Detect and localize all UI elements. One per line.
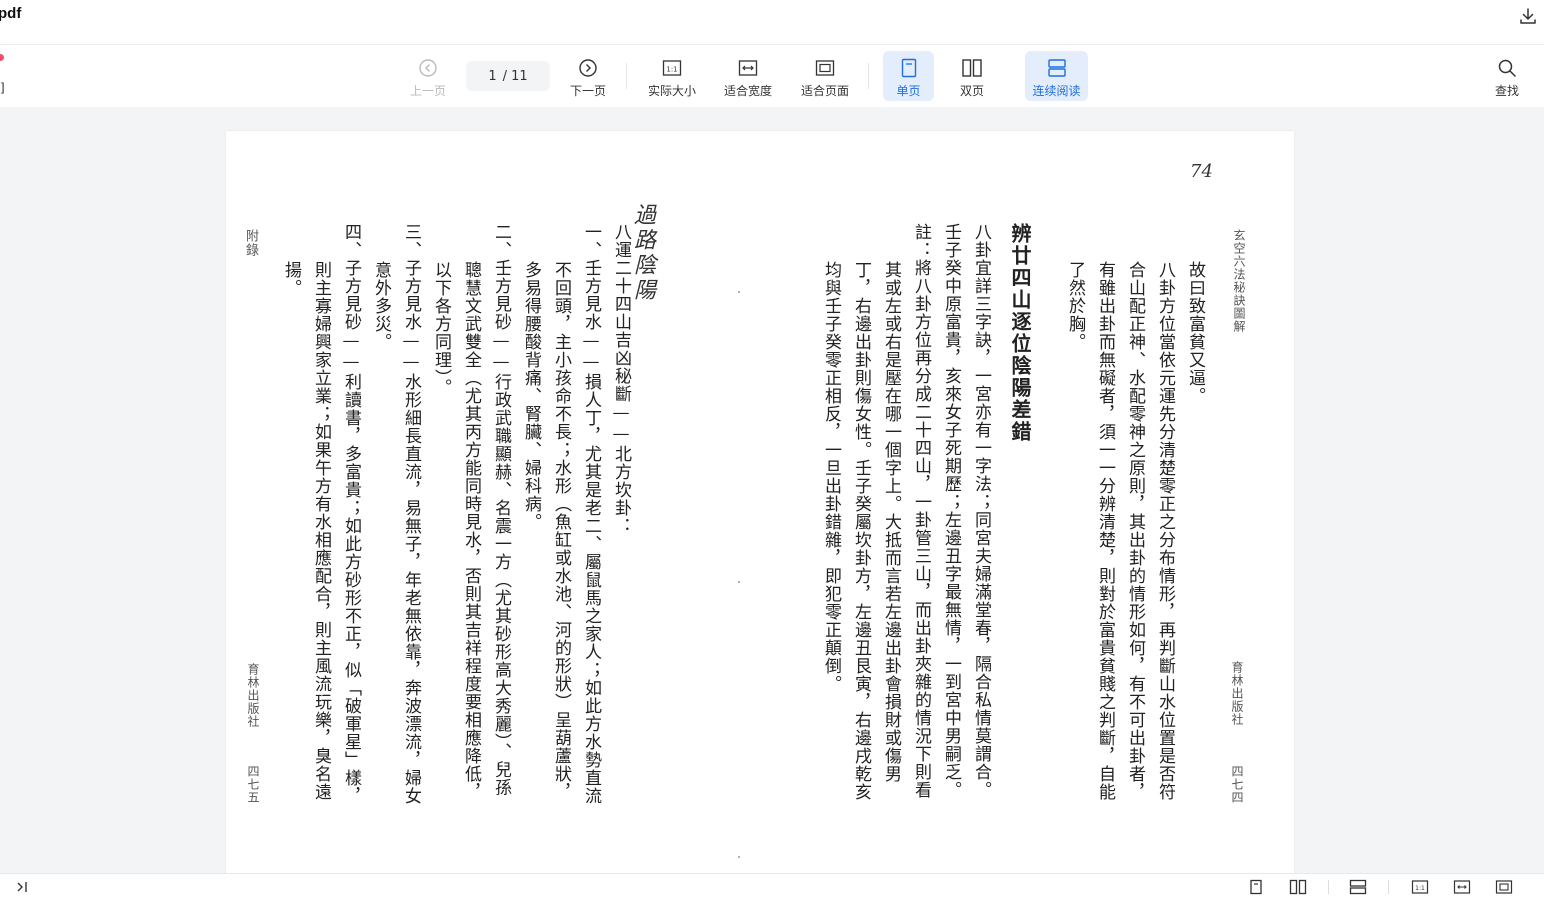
search-icon xyxy=(1497,57,1517,79)
page-number: 四七四 xyxy=(1230,765,1244,804)
single-page-icon[interactable] xyxy=(1246,877,1266,897)
toolbar-divider xyxy=(626,63,627,89)
fit-width-icon xyxy=(738,57,758,79)
left-edge-mark: ] xyxy=(0,81,5,95)
title-bar: pdf xyxy=(0,0,1544,45)
verse-column: 壬子癸中原富貴，亥來女子死期歷；左邊丑字最無情，一到宮中男嗣乏。 xyxy=(941,223,961,799)
text-column: 三、子方見水——水形細長直流，易無子，年老無依靠，奔波漂流，婦女 xyxy=(401,223,421,805)
continuous-scroll-icon xyxy=(1047,57,1067,79)
page-number-input[interactable]: 1 / 11 xyxy=(466,61,550,91)
total-pages: / 11 xyxy=(502,68,528,84)
text-column: 聰慧文武雙全（尤其丙方能同時見水，否則其吉祥程度要相應降低， xyxy=(461,261,481,801)
running-head: 玄空六法秘訣圖解 xyxy=(1232,229,1246,333)
fit-page-icon xyxy=(815,57,835,79)
status-divider xyxy=(1328,880,1329,894)
text-column: 故曰致富貧又逼。 xyxy=(1185,261,1205,405)
fit-width-button[interactable]: 适合宽度 xyxy=(718,51,778,101)
running-head: 附錄 xyxy=(243,229,258,257)
text-column: 則主寡婦興家立業；如果午方有水相應配合，則主風流玩樂，臭名遠 xyxy=(311,261,331,801)
text-column: 一、壬方見水——損人丁，尤其是老二、屬鼠馬之家人；如此方水勢直流 xyxy=(581,223,601,805)
status-bar: 1:1 xyxy=(0,873,1544,900)
section-heading: 辨廿四山逐位陰陽差錯 xyxy=(1008,223,1032,443)
text-column: 八卦方位當依元運先分清楚零正之分布情形，再判斷山水位置是否符 xyxy=(1155,261,1175,801)
search-button[interactable]: 查找 xyxy=(1488,51,1526,101)
prev-page-button[interactable]: 上一页 xyxy=(404,51,452,101)
text-column: 四、子方見砂——利讀書，多富貴；如此方砂形不正，似「破軍星」樣， xyxy=(341,223,361,805)
scan-speck xyxy=(738,291,740,293)
subheading-column: 八運二十四山吉凶秘斷——北方坎卦： xyxy=(611,223,631,535)
scan-speck xyxy=(738,856,740,858)
expand-sidebar-icon[interactable] xyxy=(12,877,32,897)
document-title: pdf xyxy=(0,5,22,22)
continuous-reading-button[interactable]: 连续阅读 xyxy=(1025,51,1088,101)
svg-text:1:1: 1:1 xyxy=(1415,885,1425,892)
fit-width-icon[interactable] xyxy=(1452,877,1472,897)
toolbar-divider xyxy=(868,63,869,89)
text-column: 揚。 xyxy=(281,261,301,297)
actual-size-icon[interactable]: 1:1 xyxy=(1410,877,1430,897)
single-page-icon xyxy=(900,57,918,79)
text-column: 了然於胸。 xyxy=(1065,261,1085,351)
text-column: 二、壬方見砂——行政武職顯赫、名震一方（尤其砂形高大秀麗）、兒孫 xyxy=(491,223,511,797)
svg-text:1:1: 1:1 xyxy=(666,66,677,74)
status-divider xyxy=(1388,880,1389,894)
double-page-button[interactable]: 双页 xyxy=(948,51,996,101)
text-column: 以下各方同理）。 xyxy=(431,261,451,397)
publisher-name: 育林出版社 xyxy=(1230,661,1244,726)
double-page-icon xyxy=(961,57,983,79)
fit-page-button[interactable]: 适合页面 xyxy=(795,51,855,101)
page-number: 四七五 xyxy=(246,765,260,804)
next-page-button[interactable]: 下一页 xyxy=(564,51,612,101)
current-page[interactable]: 1 xyxy=(488,69,496,84)
continuous-scroll-icon[interactable] xyxy=(1348,877,1368,897)
publisher-name: 育林出版社 xyxy=(246,663,260,728)
actual-size-icon: 1:1 xyxy=(662,57,682,79)
text-column: 多易得腰酸背痛、腎臟、婦科病。 xyxy=(521,261,541,531)
scan-speck xyxy=(738,581,740,583)
document-viewer[interactable]: 74 玄空六法秘訣圖解 育林出版社 四七四 故曰致富貧又逼。 八卦方位當依元運先… xyxy=(0,107,1544,873)
note-column: 註：將八卦方位再分成二十四山，一卦管三山，而出卦夾雜的情況下則看 xyxy=(911,223,931,799)
text-column: 合山配正神、水配零神之原則，其出卦的情形如何，有不可出卦者， xyxy=(1125,261,1145,801)
note-column: 丁，右邊出卦則傷女性。壬子癸屬坎卦方，左邊丑艮寅，右邊戌乾亥 xyxy=(851,261,871,801)
text-column: 不回頭，主小孩命不長；水形（魚缸或水池、河的形狀）呈葫蘆狀， xyxy=(551,261,571,801)
text-column: 意外多災。 xyxy=(371,261,391,351)
handwritten-page-number: 74 xyxy=(1190,161,1213,182)
note-column: 其或左或右是壓在哪一個字上。大抵而言若左邊出卦會損財或傷男 xyxy=(881,261,901,783)
verse-column: 八卦宜詳三字訣，一宮亦有一字法；同宮夫婦滿堂春，隔合私情莫謂合。 xyxy=(971,223,991,799)
fit-page-icon[interactable] xyxy=(1494,877,1514,897)
download-icon[interactable] xyxy=(1516,4,1540,28)
actual-size-button[interactable]: 1:1 实际大小 xyxy=(642,51,702,101)
chevron-right-icon xyxy=(578,57,598,79)
text-column: 有雖出卦而無礙者，須一一分辨清楚，則對於富貴貧賤之判斷，自能 xyxy=(1095,261,1115,801)
notification-dot xyxy=(0,54,4,61)
pdf-page: 74 玄空六法秘訣圖解 育林出版社 四七四 故曰致富貧又逼。 八卦方位當依元運先… xyxy=(226,131,1294,873)
toolbar: ] 上一页 1 / 11 下一页 1:1 实际大小 适合宽度 适合页面 单页 双… xyxy=(0,45,1544,107)
double-page-icon[interactable] xyxy=(1288,877,1308,897)
note-column: 均與壬子癸零正相反，一旦出卦錯雜，即犯零正顛倒。 xyxy=(821,261,841,693)
single-page-button[interactable]: 单页 xyxy=(883,51,934,101)
chevron-left-icon xyxy=(418,57,438,79)
